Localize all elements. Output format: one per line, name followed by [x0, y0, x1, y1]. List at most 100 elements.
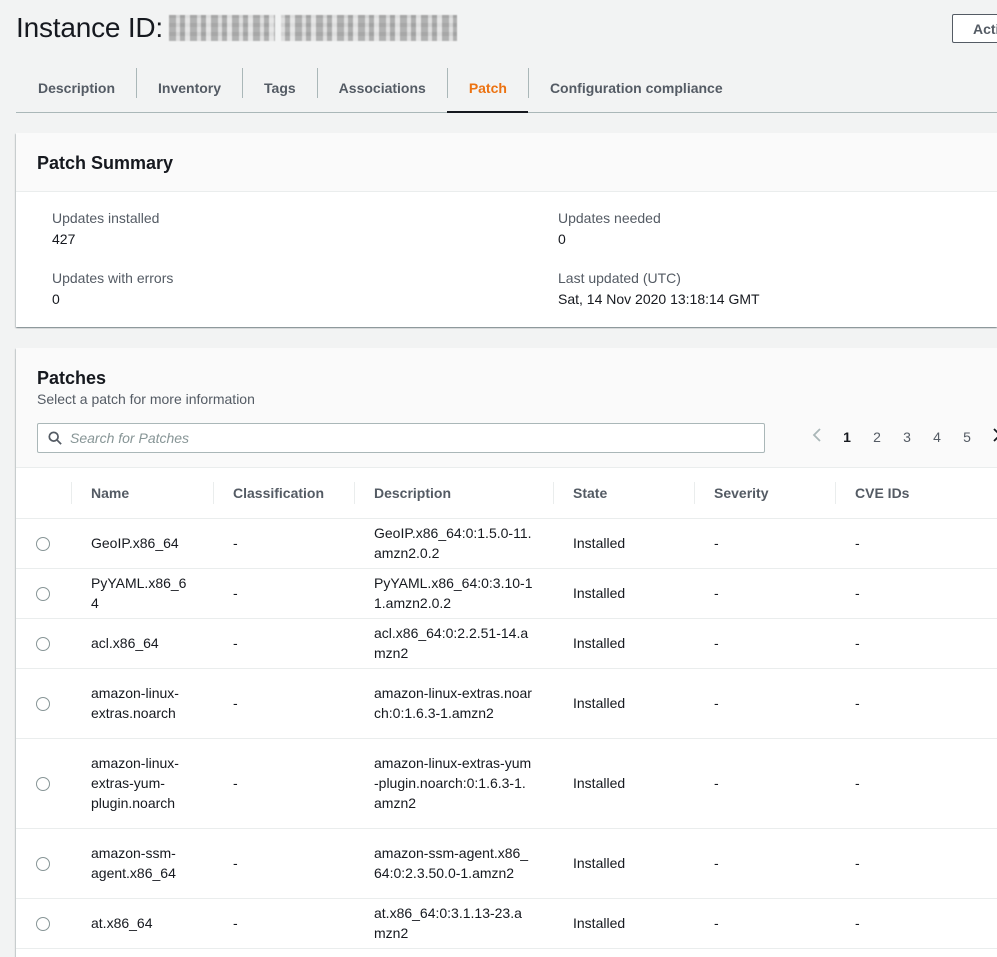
- patch-summary-header: Patch Summary: [16, 133, 997, 192]
- patch-state: Installed: [553, 898, 694, 949]
- last-updated: Last updated (UTC) Sat, 14 Nov 2020 13:1…: [558, 270, 760, 307]
- row-radio-button[interactable]: [36, 637, 50, 652]
- tab-patch[interactable]: Patch: [446, 64, 529, 113]
- patch-state: Installed: [553, 828, 694, 899]
- patch-severity: -: [694, 518, 835, 569]
- patch-summary-panel: Patch Summary Updates installed 427 Upda…: [16, 133, 997, 327]
- patch-name: PyYAML.x86_64: [71, 568, 213, 619]
- column-header-name[interactable]: Name: [71, 468, 213, 519]
- patch-cve-ids: -: [835, 738, 997, 829]
- search-input[interactable]: [70, 430, 730, 446]
- page-2[interactable]: 2: [862, 429, 892, 445]
- patch-name: acl.x86_64: [71, 618, 213, 669]
- select-cell: [16, 828, 71, 899]
- select-cell: [16, 898, 71, 949]
- patch-name: amazon-linux-extras-yum-plugin.noarch: [71, 738, 213, 829]
- page-3[interactable]: 3: [892, 429, 922, 445]
- patch-classification: -: [213, 518, 354, 569]
- patch-summary-title: Patch Summary: [37, 153, 174, 173]
- row-radio-button[interactable]: [36, 917, 50, 932]
- patches-panel: Patches Select a patch for more informat…: [16, 348, 997, 957]
- table-row[interactable]: GeoIP.x86_64- GeoIP.x86_64:0:1.5.0-11.amz…: [16, 518, 997, 569]
- updates-installed: Updates installed 427: [52, 210, 159, 247]
- column-header-state[interactable]: State: [553, 468, 694, 519]
- page-header: Instance ID:: [16, 10, 458, 46]
- table-body: GeoIP.x86_64- GeoIP.x86_64:0:1.5.0-11.amz…: [16, 518, 997, 949]
- patch-severity: -: [694, 828, 835, 899]
- patches-title: Patches: [37, 368, 107, 388]
- table-row[interactable]: amazon-ssm-agent.x86_64- amazon-ssm-agent…: [16, 828, 997, 899]
- patch-description: GeoIP.x86_64:0:1.5.0-11.amzn2.0.2: [354, 518, 553, 569]
- patch-description: at.x86_64:0:3.1.13-23.amzn2: [354, 898, 553, 949]
- actions-button[interactable]: Actions: [952, 14, 997, 43]
- patch-name: GeoIP.x86_64: [71, 518, 213, 569]
- patch-description: amazon-linux-extras-yum-plugin.noarch:0:…: [354, 738, 553, 829]
- patch-classification: -: [213, 828, 354, 899]
- patch-severity: -: [694, 668, 835, 739]
- page-4[interactable]: 4: [922, 429, 952, 445]
- patch-description: PyYAML.x86_64:0:3.10-11.amzn2.0.2: [354, 568, 553, 619]
- row-radio-button[interactable]: [36, 777, 50, 792]
- select-cell: [16, 568, 71, 619]
- search-box: [37, 423, 765, 453]
- row-radio-button[interactable]: [36, 697, 50, 712]
- updates-needed-value: 0: [558, 231, 566, 247]
- table-row[interactable]: amazon-linux-extras-yum-plugin.noarch - am…: [16, 738, 997, 829]
- patches-table: Name Classification Description State Se…: [16, 468, 997, 949]
- row-radio-button[interactable]: [36, 857, 50, 872]
- table-header-row: Name Classification Description State Se…: [16, 468, 997, 519]
- page-1[interactable]: 1: [832, 429, 862, 445]
- select-cell: [16, 668, 71, 739]
- patch-classification: -: [213, 568, 354, 619]
- patch-cve-ids: -: [835, 518, 997, 569]
- patch-cve-ids: -: [835, 898, 997, 949]
- updates-installed-value: 427: [52, 231, 76, 247]
- table-row[interactable]: at.x86_64- at.x86_64:0:3.1.13-23.amzn2 Ins…: [16, 898, 997, 949]
- tab-configuration-compliance[interactable]: Configuration compliance: [527, 64, 744, 112]
- table-row[interactable]: PyYAML.x86_64- PyYAML.x86_64:0:3.10-11.am…: [16, 568, 997, 619]
- patch-name: amazon-linux-extras.noarch: [71, 668, 213, 739]
- column-header-cve-ids[interactable]: CVE IDs: [835, 468, 997, 519]
- column-header-description[interactable]: Description: [354, 468, 553, 519]
- patch-classification: -: [213, 898, 354, 949]
- row-radio-button[interactable]: [36, 587, 50, 602]
- next-page-icon[interactable]: [982, 427, 997, 446]
- tab-description[interactable]: Description: [16, 64, 136, 112]
- patch-name: at.x86_64: [71, 898, 213, 949]
- patch-state: Installed: [553, 518, 694, 569]
- updates-needed: Updates needed 0: [558, 210, 661, 247]
- pagination: 1 2 3 4 5: [802, 427, 997, 446]
- tab-bar: Description Inventory Tags Associations …: [16, 64, 997, 113]
- updates-with-errors-label: Updates with errors: [52, 270, 174, 286]
- updates-needed-label: Updates needed: [558, 210, 661, 226]
- patch-cve-ids: -: [835, 828, 997, 899]
- row-radio-button[interactable]: [36, 537, 50, 552]
- patch-state: Installed: [553, 618, 694, 669]
- patch-severity: -: [694, 738, 835, 829]
- patch-description: amazon-ssm-agent.x86_64:0:2.3.50.0-1.amz…: [354, 828, 553, 899]
- patch-severity: -: [694, 618, 835, 669]
- tab-associations[interactable]: Associations: [316, 64, 447, 112]
- patch-cve-ids: -: [835, 568, 997, 619]
- table-row[interactable]: acl.x86_64- acl.x86_64:0:2.2.51-14.amzn2 I…: [16, 618, 997, 669]
- redacted-instance-id: [169, 15, 458, 41]
- column-header-severity[interactable]: Severity: [694, 468, 835, 519]
- tab-inventory[interactable]: Inventory: [136, 64, 242, 112]
- column-header-classification[interactable]: Classification: [213, 468, 354, 519]
- prev-page-icon[interactable]: [802, 427, 832, 446]
- updates-with-errors-value: 0: [52, 291, 60, 307]
- table-row[interactable]: amazon-linux-extras.noarch - amazon-linux-…: [16, 668, 997, 739]
- patch-cve-ids: -: [835, 618, 997, 669]
- patch-description: amazon-linux-extras.noarch:0:1.6.3-1.amz…: [354, 668, 553, 739]
- page-5[interactable]: 5: [952, 429, 982, 445]
- select-cell: [16, 518, 71, 569]
- patch-name: amazon-ssm-agent.x86_64: [71, 828, 213, 899]
- patches-header: Patches Select a patch for more informat…: [16, 348, 997, 468]
- select-cell: [16, 618, 71, 669]
- tab-tags[interactable]: Tags: [242, 64, 317, 112]
- page-title: Instance ID:: [16, 12, 164, 43]
- search-icon: [48, 431, 62, 445]
- patch-severity: -: [694, 898, 835, 949]
- last-updated-value: Sat, 14 Nov 2020 13:18:14 GMT: [558, 291, 760, 307]
- patch-cve-ids: -: [835, 668, 997, 739]
